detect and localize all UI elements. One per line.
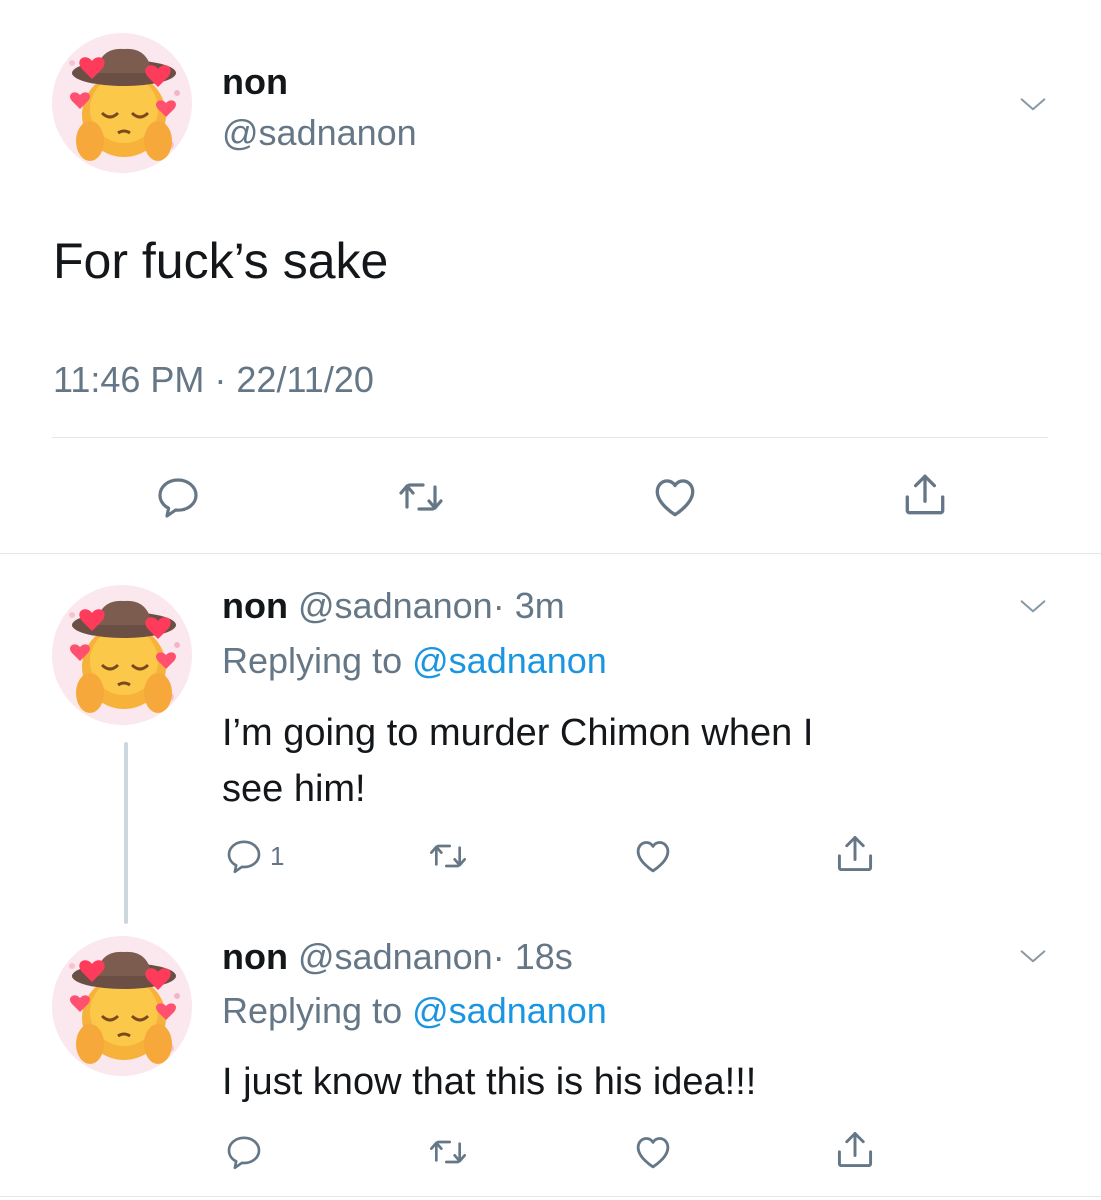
replying-to-label: Replying to xyxy=(222,640,403,681)
avatar[interactable] xyxy=(52,936,192,1076)
reply-count: 1 xyxy=(270,840,285,871)
chevron-down-icon xyxy=(1016,940,1050,974)
avatar[interactable] xyxy=(52,585,192,725)
divider xyxy=(52,437,1048,438)
replying-to: Replying to @sadnanon xyxy=(222,989,607,1033)
author-name[interactable]: non xyxy=(222,936,288,977)
reply-header: non @sadnanon· 3m xyxy=(222,584,565,628)
avatar-emoji-icon xyxy=(52,33,192,173)
reply-button[interactable] xyxy=(224,1132,264,1172)
replying-to-link[interactable]: @sadnanon xyxy=(412,640,607,681)
replying-to-label: Replying to xyxy=(222,990,403,1031)
chevron-down-icon xyxy=(1016,88,1050,122)
retweet-icon xyxy=(428,1132,468,1172)
tweet-age[interactable]: · 3m xyxy=(493,585,565,626)
share-button[interactable] xyxy=(900,470,950,520)
tweet-menu-button[interactable] xyxy=(1016,590,1050,624)
replying-to: Replying to @sadnanon xyxy=(222,639,607,683)
avatar-emoji-icon xyxy=(52,936,192,1076)
share-icon xyxy=(833,832,877,876)
reply-button[interactable] xyxy=(154,473,202,521)
retweet-icon xyxy=(397,473,445,521)
tweet-text-line: see him! xyxy=(222,768,366,810)
author-handle[interactable]: @sadnanon xyxy=(222,111,417,155)
heart-icon xyxy=(632,1131,674,1173)
tweet-menu-button[interactable] xyxy=(1016,88,1050,122)
reply-icon xyxy=(224,1132,264,1172)
tweet-text: I just know that this is his idea!!! xyxy=(222,1061,757,1103)
reply-icon xyxy=(154,473,202,521)
tweet-age[interactable]: · 18s xyxy=(493,936,573,977)
replying-to-link[interactable]: @sadnanon xyxy=(412,990,607,1031)
reply-header: non @sadnanon· 18s xyxy=(222,935,573,979)
tweet-menu-button[interactable] xyxy=(1016,940,1050,974)
like-button[interactable] xyxy=(632,835,674,877)
author-name[interactable]: non xyxy=(222,60,288,104)
share-button[interactable] xyxy=(833,832,877,876)
retweet-button[interactable] xyxy=(397,473,445,521)
author-name[interactable]: non xyxy=(222,585,288,626)
like-button[interactable] xyxy=(632,1131,674,1173)
divider xyxy=(0,553,1101,554)
heart-icon xyxy=(632,835,674,877)
retweet-icon xyxy=(428,836,468,876)
reply-button[interactable]: 1 xyxy=(224,836,284,876)
share-icon xyxy=(833,1128,877,1172)
like-button[interactable] xyxy=(650,472,700,522)
chevron-down-icon xyxy=(1016,590,1050,624)
tweet-text: For fuck’s sake xyxy=(53,233,389,289)
tweet-timestamp[interactable]: 11:46 PM · 22/11/20 xyxy=(53,358,374,402)
retweet-button[interactable] xyxy=(428,1132,468,1172)
retweet-button[interactable] xyxy=(428,836,468,876)
share-button[interactable] xyxy=(833,1128,877,1172)
tweet-text: I’m going to murder Chimon when I see hi… xyxy=(222,705,813,817)
tweet-text-line: I’m going to murder Chimon when I xyxy=(222,712,814,754)
thread-line xyxy=(124,742,128,924)
author-handle[interactable]: @sadnanon xyxy=(298,585,493,626)
divider xyxy=(0,1196,1101,1197)
avatar-emoji-icon xyxy=(52,585,192,725)
author-handle[interactable]: @sadnanon xyxy=(298,936,493,977)
share-icon xyxy=(900,470,950,520)
avatar[interactable] xyxy=(52,33,192,173)
reply-icon xyxy=(224,836,264,876)
heart-icon xyxy=(650,472,700,522)
